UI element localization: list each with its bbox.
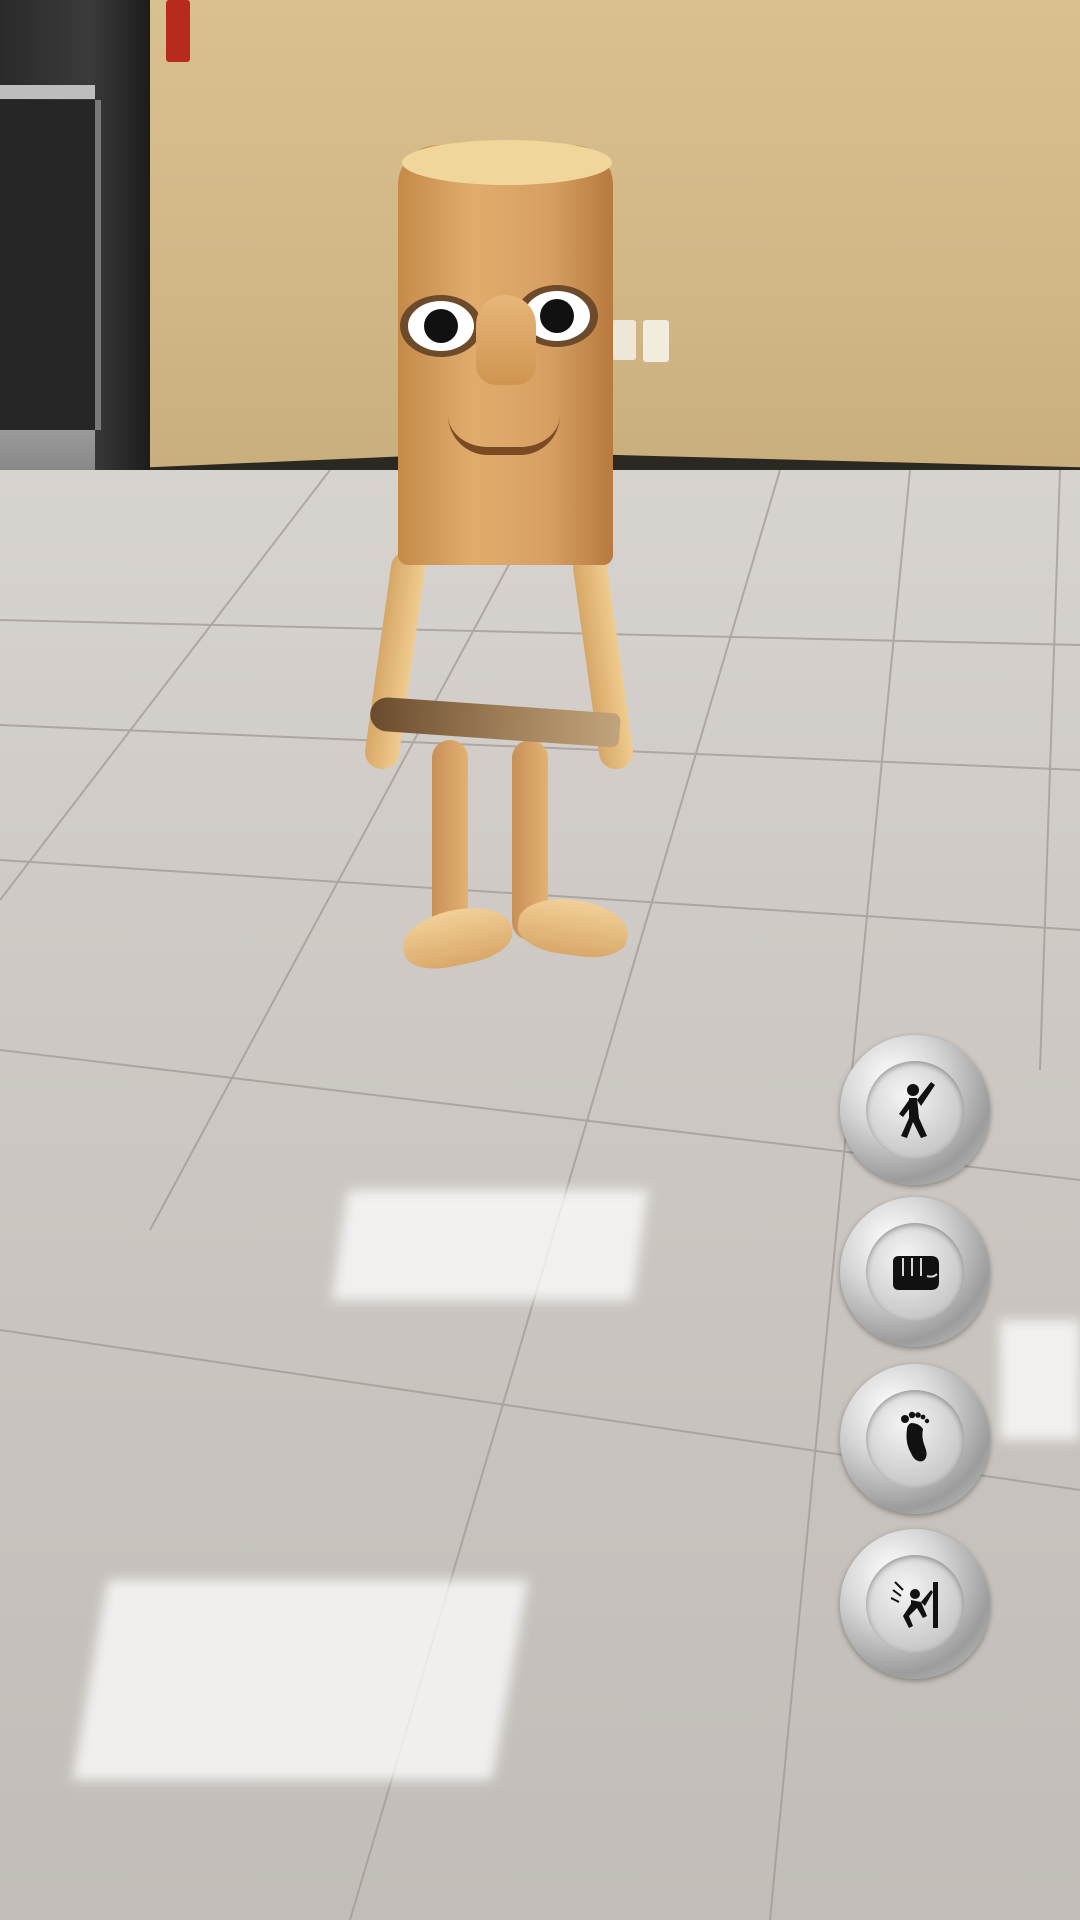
fire-alarm <box>166 0 190 62</box>
door-glass <box>0 100 101 430</box>
character-3d-model[interactable] <box>362 140 660 990</box>
celebrate-button[interactable] <box>840 1035 990 1185</box>
kick-button[interactable] <box>840 1364 990 1514</box>
fall-button[interactable] <box>840 1529 990 1679</box>
character-head-top <box>402 140 612 185</box>
bat-prop <box>369 696 621 748</box>
door-bar <box>0 85 95 99</box>
punch-button-inner <box>866 1223 964 1321</box>
celebrate-icon <box>899 1082 935 1138</box>
nose <box>476 295 536 385</box>
door <box>0 0 150 540</box>
floor-reflection <box>1000 1320 1080 1440</box>
punch-icon <box>893 1256 939 1290</box>
ar-camera-view <box>0 0 1080 1920</box>
floor-reflection <box>72 1580 528 1780</box>
fall-button-inner <box>866 1555 964 1653</box>
left-foot <box>397 899 517 976</box>
fall-icon <box>890 1581 938 1628</box>
left-eye <box>400 295 482 357</box>
kick-button-inner <box>866 1390 964 1488</box>
footprint-icon <box>901 1411 930 1462</box>
floor-reflection <box>332 1190 648 1300</box>
punch-button[interactable] <box>840 1197 990 1347</box>
celebrate-button-inner <box>866 1061 964 1159</box>
